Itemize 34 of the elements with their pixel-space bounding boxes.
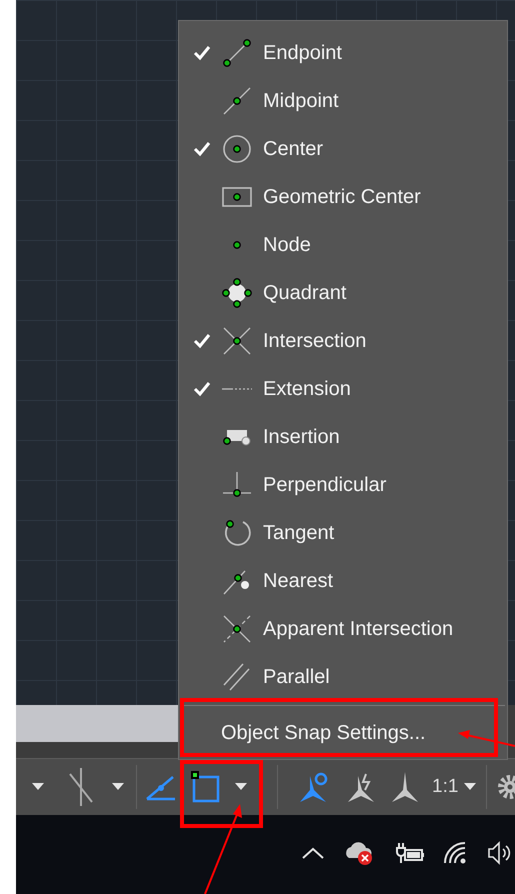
node-icon xyxy=(232,240,242,250)
battery-icon[interactable] xyxy=(393,840,426,864)
menu-item[interactable]: Apparent Intersection xyxy=(179,605,507,653)
quadrant-icon xyxy=(221,277,253,309)
settings-icon[interactable] xyxy=(497,774,515,800)
caret-icon[interactable] xyxy=(112,783,124,791)
center-icon xyxy=(221,133,253,165)
menu-item[interactable]: Parallel xyxy=(179,653,507,701)
chevron-up-icon[interactable] xyxy=(301,846,326,860)
line-tool-icon[interactable] xyxy=(68,768,94,806)
caret-icon[interactable] xyxy=(235,783,247,791)
caret-icon[interactable] xyxy=(32,783,44,791)
endpoint-icon xyxy=(221,37,253,69)
extension-icon xyxy=(221,387,253,391)
menu-item[interactable]: Nearest xyxy=(179,557,507,605)
object-snap-icon[interactable] xyxy=(191,771,221,803)
menu-item[interactable]: Center xyxy=(179,125,507,173)
menu-item[interactable]: Endpoint xyxy=(179,29,507,77)
angle-icon[interactable] xyxy=(145,773,177,801)
caret-icon xyxy=(464,783,476,791)
intersection-icon xyxy=(221,325,253,357)
midpoint-icon xyxy=(221,85,253,117)
menu-item[interactable]: Extension xyxy=(179,365,507,413)
menu-item[interactable]: Object Snap Settings... xyxy=(179,706,507,759)
menu-item[interactable]: Insertion xyxy=(179,413,507,461)
menu-item[interactable]: Midpoint xyxy=(179,77,507,125)
menu-item[interactable]: Intersection xyxy=(179,317,507,365)
menu-item[interactable]: Tangent xyxy=(179,509,507,557)
menu-item[interactable]: Perpendicular xyxy=(179,461,507,509)
menu-item[interactable]: Geometric Center xyxy=(179,173,507,221)
scale-dropdown[interactable]: 1:1 xyxy=(432,772,476,802)
apparent-intersection-icon xyxy=(221,613,253,645)
menu-item[interactable]: Quadrant xyxy=(179,269,507,317)
menu-item[interactable]: Node xyxy=(179,221,507,269)
